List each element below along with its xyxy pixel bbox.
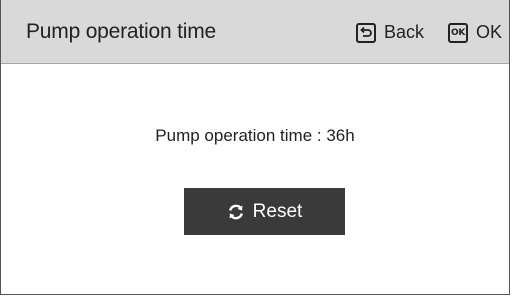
page-title: Pump operation time xyxy=(26,20,216,43)
reset-button[interactable]: Reset xyxy=(184,188,345,235)
back-button[interactable]: Back xyxy=(356,22,424,43)
pump-operation-time-text: Pump operation time : 36h xyxy=(155,126,355,145)
ok-label: OK xyxy=(476,22,503,42)
ok-button[interactable]: OK OK xyxy=(448,22,502,43)
back-label: Back xyxy=(384,22,425,42)
header-bar: Pump operation time Back OK OK xyxy=(1,0,509,64)
back-arrow-icon xyxy=(356,22,376,43)
ok-icon: OK xyxy=(448,22,468,43)
ok-icon-text: OK xyxy=(450,27,466,38)
pump-operation-screen: Pump operation time Back OK OK Pump oper… xyxy=(0,0,510,295)
refresh-icon xyxy=(227,203,245,221)
reset-label: Reset xyxy=(252,200,303,222)
